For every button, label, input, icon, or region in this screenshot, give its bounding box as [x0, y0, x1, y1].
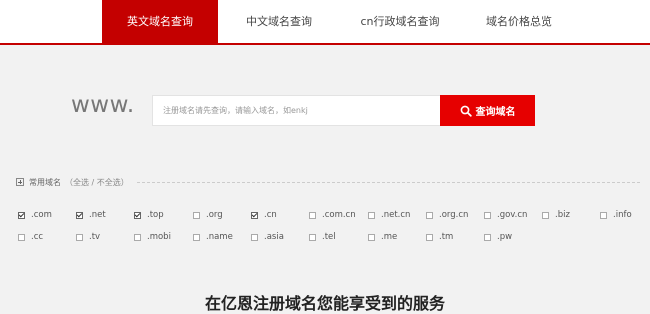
tld-label: .com: [31, 210, 52, 220]
services-heading: 在亿恩注册域名您能享受到的服务: [204, 294, 445, 313]
dashed-divider: [136, 181, 640, 183]
tld-option[interactable]: .net.cn: [368, 209, 410, 221]
tld-option[interactable]: .pw: [484, 231, 512, 243]
tld-checkbox[interactable]: [18, 233, 25, 241]
expand-icon[interactable]: [16, 178, 24, 186]
tld-label: .org: [206, 210, 223, 220]
tld-label: .info: [613, 210, 632, 220]
tld-option[interactable]: .gov.cn: [484, 209, 527, 221]
tab-domain-price[interactable]: 域名价格总览: [460, 0, 578, 43]
tld-checkbox[interactable]: [600, 211, 607, 219]
tld-checkbox[interactable]: [76, 211, 83, 219]
tld-label: .tm: [439, 232, 454, 242]
tld-option[interactable]: .name: [193, 231, 233, 243]
tld-checkbox[interactable]: [76, 233, 83, 241]
tld-option[interactable]: .net: [76, 209, 106, 221]
paren-close: ）: [120, 177, 129, 187]
tld-label: .mobi: [147, 232, 171, 242]
select-none-link[interactable]: 不全选: [97, 178, 121, 187]
tab-english-domain[interactable]: 英文域名查询: [102, 0, 218, 43]
tld-checkbox[interactable]: [368, 211, 375, 219]
tld-checkbox[interactable]: [193, 233, 200, 241]
select-all-link[interactable]: 全选: [73, 178, 89, 187]
tld-option[interactable]: .tv: [76, 231, 100, 243]
tab-chinese-domain[interactable]: 中文域名查询: [220, 0, 338, 43]
tld-option[interactable]: .tm: [426, 231, 453, 243]
tld-checkbox[interactable]: [18, 211, 25, 219]
tld-label: .cn: [264, 210, 277, 220]
search-icon: [460, 105, 472, 117]
tld-label: .name: [206, 232, 233, 242]
tld-option[interactable]: .com: [18, 209, 52, 221]
tld-label: .me: [381, 232, 398, 242]
tab-cn-admin-domain[interactable]: cn行政域名查询: [340, 0, 460, 43]
tld-label: .cc: [31, 232, 44, 242]
tld-checkbox[interactable]: [134, 211, 141, 219]
tld-label: .net.cn: [381, 210, 411, 220]
tld-option[interactable]: .asia: [251, 231, 284, 243]
tld-option[interactable]: .tel: [309, 231, 336, 243]
tld-checkbox[interactable]: [251, 211, 258, 219]
tld-option[interactable]: .cn: [251, 209, 277, 221]
tld-label: .asia: [264, 232, 284, 242]
tld-checkbox[interactable]: [484, 233, 491, 241]
tld-option[interactable]: .top: [134, 209, 164, 221]
tld-option[interactable]: .cc: [18, 231, 43, 243]
tld-option[interactable]: .org: [193, 209, 223, 221]
tld-checkbox[interactable]: [309, 211, 316, 219]
top-nav-bar: 英文域名查询 中文域名查询 cn行政域名查询 域名价格总览: [0, 0, 650, 45]
tld-label: .top: [147, 210, 164, 220]
www-prefix: www.: [71, 92, 135, 118]
tld-option[interactable]: .mobi: [134, 231, 171, 243]
tld-option[interactable]: .me: [368, 231, 397, 243]
tld-label: .org.cn: [439, 210, 469, 220]
tld-checkbox[interactable]: [251, 233, 258, 241]
tld-label: .net: [89, 210, 106, 220]
tld-label: .tv: [89, 232, 101, 242]
domain-search-input[interactable]: [153, 96, 442, 125]
select-options: （全选 / 不全选）: [65, 177, 129, 188]
tld-checkbox[interactable]: [193, 211, 200, 219]
tld-label: .biz: [555, 210, 570, 220]
tld-option[interactable]: .info: [600, 209, 632, 221]
tld-label: .gov.cn: [497, 210, 528, 220]
tld-label: .pw: [497, 232, 513, 242]
common-domains-header: 常用域名 （全选 / 不全选）: [16, 176, 640, 188]
tld-checkbox[interactable]: [426, 233, 433, 241]
tld-checkbox[interactable]: [134, 233, 141, 241]
search-box: [152, 95, 442, 126]
tld-checkbox[interactable]: [309, 233, 316, 241]
paren-open: （: [65, 177, 73, 187]
tld-label: .com.cn: [322, 210, 356, 220]
search-button-label: 查询域名: [475, 107, 516, 118]
common-domains-label: 常用域名: [29, 177, 61, 187]
tld-checkbox[interactable]: [368, 233, 375, 241]
tld-checkbox[interactable]: [542, 211, 549, 219]
tld-option[interactable]: .com.cn: [309, 209, 356, 221]
tld-label: .tel: [322, 232, 336, 242]
tld-checkbox[interactable]: [426, 211, 433, 219]
tld-option[interactable]: .biz: [542, 209, 570, 221]
search-domain-button[interactable]: 查询域名: [440, 95, 535, 126]
tld-option[interactable]: .org.cn: [426, 209, 468, 221]
tld-checkbox[interactable]: [484, 211, 491, 219]
separator: /: [89, 177, 97, 187]
